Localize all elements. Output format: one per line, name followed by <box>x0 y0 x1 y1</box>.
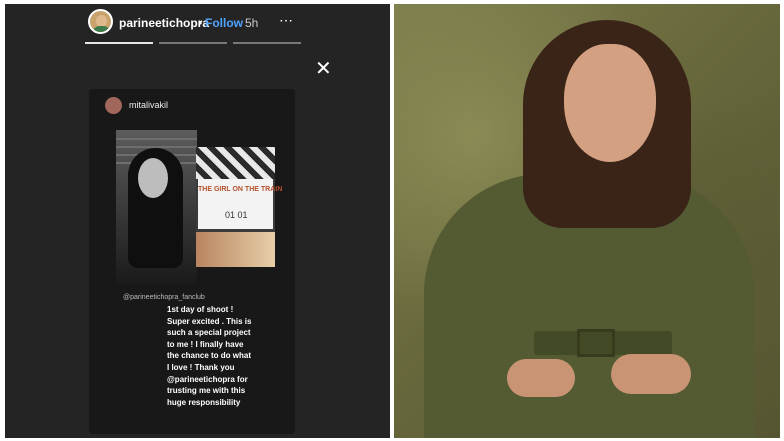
story-progress-bar-2 <box>159 42 227 44</box>
close-icon[interactable]: ✕ <box>315 56 332 81</box>
caption-line: I love ! Thank you <box>167 362 235 372</box>
caption-line: @parineetichopra for <box>167 374 248 384</box>
caption-line: such a special project <box>167 328 251 338</box>
caption-line: huge responsibility <box>167 397 241 407</box>
separator-dot: • <box>198 16 203 30</box>
portrait-photo <box>394 4 780 438</box>
card-username[interactable]: mitalivakil <box>129 100 168 110</box>
actress-photo <box>116 130 197 284</box>
photo-face <box>138 158 168 198</box>
avatar-shirt <box>92 26 111 32</box>
caption-line: to me ! I finally have <box>167 339 244 349</box>
left-hand <box>507 359 575 397</box>
follow-button[interactable]: Follow <box>205 16 243 30</box>
story-progress-bar-1 <box>85 42 153 44</box>
instagram-story-screenshot: parineetichopra • Follow 5h ⋯ ✕ mitaliva… <box>5 4 390 438</box>
caption-line: trusting me with this <box>167 386 246 396</box>
caption-line: the chance to do what <box>167 351 252 361</box>
card-user-avatar[interactable] <box>105 97 122 114</box>
right-hand <box>611 354 691 394</box>
slate-number: 01 01 <box>225 210 248 220</box>
photo-credit: @parineetichopra_fanclub <box>123 294 205 301</box>
blind-slat <box>116 138 197 140</box>
story-time: 5h <box>245 16 259 30</box>
belt-buckle <box>577 329 615 357</box>
caption-line: Super excited . This is <box>167 316 252 326</box>
story-username[interactable]: parineetichopra <box>119 16 209 30</box>
hands-photo <box>196 232 275 267</box>
profile-avatar[interactable] <box>88 9 113 34</box>
story-caption: 1st day of shoot ! Super excited . This … <box>167 304 277 408</box>
portrait-face <box>564 44 656 162</box>
caption-line: 1st day of shoot ! <box>167 305 234 314</box>
story-progress-bar-3 <box>233 42 301 44</box>
slate-title: THE GIRL ON THE TRAIN <box>198 186 283 193</box>
clapper-stripe <box>196 147 275 179</box>
more-options-icon[interactable]: ⋯ <box>279 12 294 29</box>
